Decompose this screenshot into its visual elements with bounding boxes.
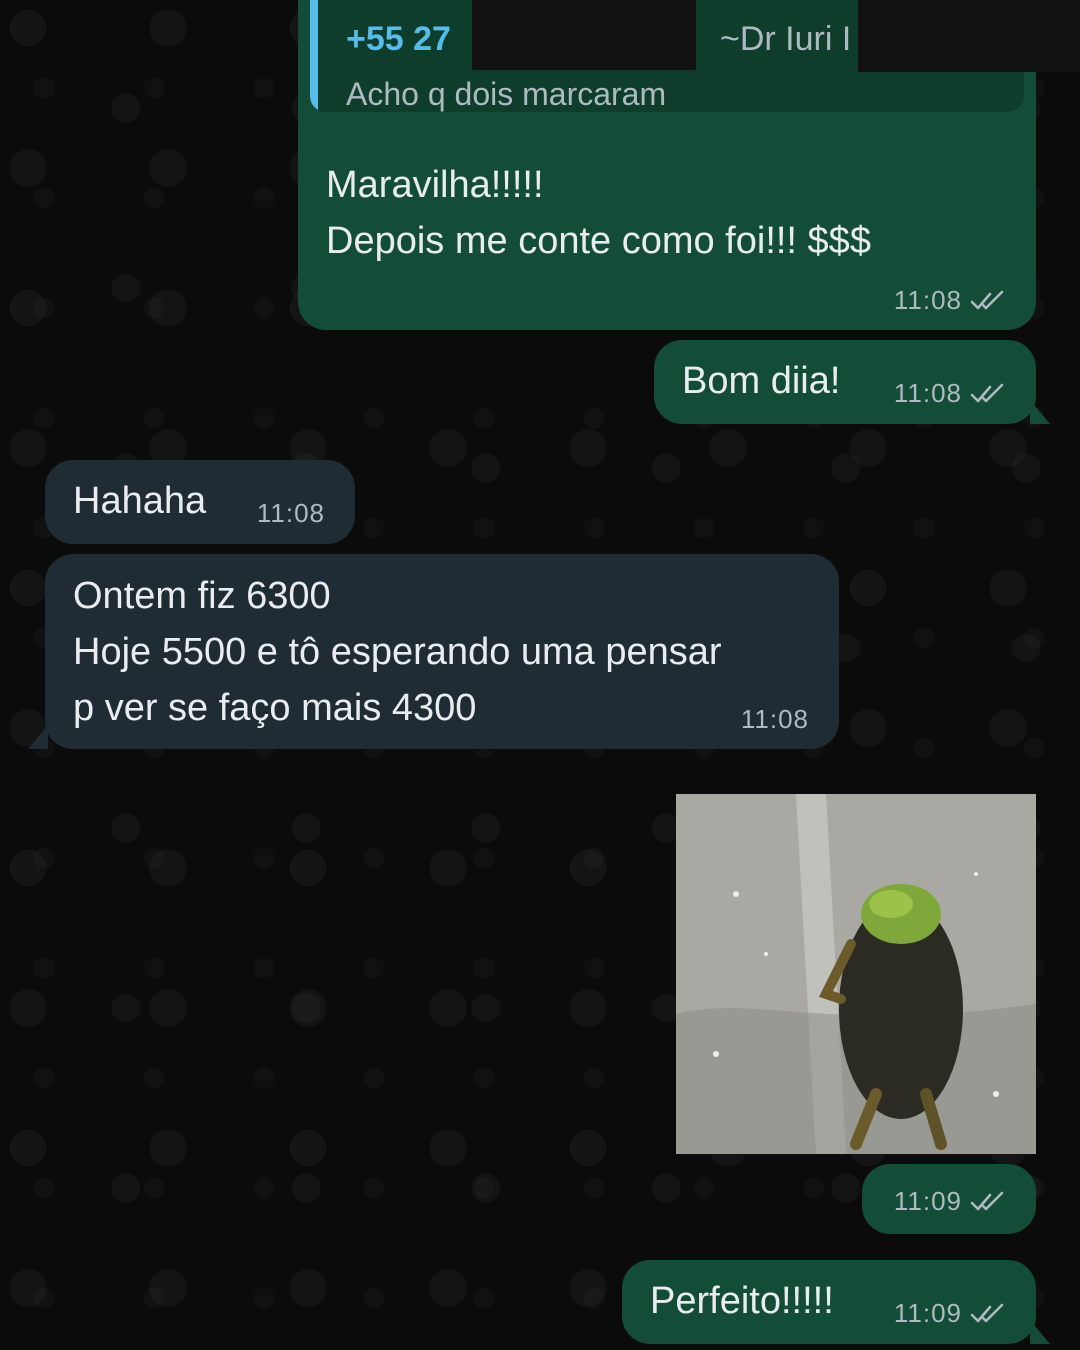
message-line: Hoje 5500 e tô esperando uma pensar [73,631,722,673]
message-text: Perfeito!!!!! [650,1280,834,1322]
message-text: Maravilha!!!!! Depois me conte como foi!… [326,157,871,269]
outgoing-message-bubble[interactable]: Perfeito!!!!! 11:09 [622,1260,1036,1344]
incoming-message-bubble[interactable]: Hahaha 11:08 [45,460,355,544]
message-meta: 11:08 [741,704,809,735]
message-time: 11:08 [893,378,962,408]
quote-sender-number: +55 27 [346,20,451,58]
quote-sender-name: ~Dr Iuri I [720,20,852,58]
media-thumbnail[interactable] [676,794,1036,1154]
message-time: 11:09 [893,1186,962,1216]
message-text: Bom diia! [682,360,841,402]
bubble-tail [1030,400,1050,424]
bubble-tail [1030,1320,1050,1344]
bubble-tail [28,725,48,749]
message-text: Ontem fiz 6300 Hoje 5500 e tô esperando … [73,568,722,736]
message-meta: 11:08 [894,285,1006,316]
message-meta: 11:09 [894,1186,1006,1217]
message-time: 11:08 [256,498,325,528]
message-line: Depois me conte como foi!!! $$$ [326,220,871,262]
quote-text: Acho q dois marcaram [346,76,667,112]
message-line: Maravilha!!!!! [326,164,544,206]
message-time: 11:09 [893,1298,962,1328]
double-check-icon [970,1303,1004,1322]
redaction-block [858,0,1080,72]
outgoing-message-bubble[interactable]: Bom diia! 11:08 [654,340,1036,424]
incoming-message-bubble[interactable]: Ontem fiz 6300 Hoje 5500 e tô esperando … [45,554,839,749]
message-time: 11:08 [893,285,962,315]
message-text: Hahaha [73,480,207,522]
outgoing-message-bubble[interactable]: 11:09 [862,1164,1036,1234]
double-check-icon [970,383,1004,402]
message-meta: 11:09 [894,1298,1006,1329]
message-meta: 11:08 [894,378,1006,409]
redaction-block [472,0,696,70]
message-meta: 11:08 [257,498,325,529]
quote-accent-bar [310,0,318,112]
message-line: Ontem fiz 6300 [73,575,331,617]
message-line: p ver se faço mais 4300 [73,687,477,729]
double-check-icon [970,1191,1004,1210]
double-check-icon [970,290,1004,309]
message-time: 11:08 [740,704,809,734]
